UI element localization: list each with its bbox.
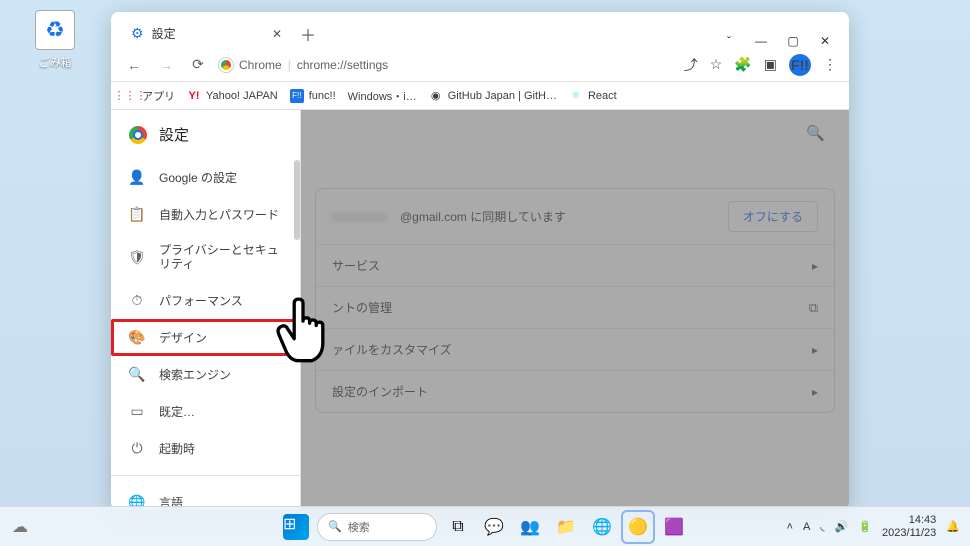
star-icon[interactable]: ☆: [710, 56, 723, 73]
tab-title: 設定: [152, 25, 176, 42]
settings-main: 🔍 xxxxxxx @gmail.com に同期しています オフにする サービス…: [301, 110, 849, 510]
extensions-icon[interactable]: 🧩: [734, 56, 751, 73]
browser-icon: ▭: [129, 403, 145, 419]
tab-strip: ⚙ 設定 ✕ ＋ ˇ ― ▢ ✕: [111, 12, 849, 48]
window-minimize-button[interactable]: ―: [751, 34, 771, 48]
search-icon: 🔍: [328, 520, 342, 533]
system-tray: ˄ A ◟ 🔊 🔋 14:43 2023/11/23 🔔: [787, 514, 960, 538]
new-tab-button[interactable]: ＋: [294, 20, 322, 48]
battery-icon[interactable]: 🔋: [858, 520, 872, 533]
sidebar-item-google[interactable]: 👤Google の設定: [111, 159, 300, 196]
window-chevron-icon[interactable]: ˇ: [719, 34, 739, 48]
explorer-icon[interactable]: 📁: [551, 512, 581, 542]
side-panel-icon[interactable]: ▣: [764, 56, 777, 73]
clipboard-icon: 📋: [129, 207, 145, 223]
sidebar-header: 設定: [111, 110, 300, 159]
nav-forward-button[interactable]: →: [155, 54, 177, 76]
clock[interactable]: 14:43 2023/11/23: [882, 514, 936, 538]
share-icon[interactable]: ⤴: [684, 55, 698, 75]
window-controls: ˇ ― ▢ ✕: [719, 26, 849, 48]
power-icon: ⏻: [129, 440, 145, 456]
nav-reload-button[interactable]: ⟳: [187, 54, 209, 76]
bookmark-func[interactable]: F!!func!!: [290, 89, 336, 103]
chat-icon[interactable]: 💬: [479, 512, 509, 542]
volume-icon[interactable]: 🔊: [835, 520, 849, 533]
notifications-icon[interactable]: 🔔: [946, 520, 960, 533]
taskbar: ☁ ⊞ 🔍 検索 ⧉ 💬 👥 📁 🌐 🟡 🟪 ˄ A ◟ 🔊 🔋 14:43 20…: [0, 506, 970, 546]
chrome-window: ⚙ 設定 ✕ ＋ ˇ ― ▢ ✕ ← → ⟳ Chrome | chrome:/…: [111, 12, 849, 510]
bookmark-github[interactable]: ◉GitHub Japan | GitH…: [429, 89, 557, 103]
palette-icon: 🎨: [129, 329, 145, 345]
start-button[interactable]: ⊞: [281, 512, 311, 542]
address-bar[interactable]: Chrome | chrome://settings: [219, 58, 674, 72]
settings-sidebar: 設定 👤Google の設定 📋自動入力とパスワード 🛡プライバシーとセキュリテ…: [111, 110, 301, 510]
chrome-taskbar-icon[interactable]: 🟡: [623, 512, 653, 542]
bookmarks-bar: ⋮⋮⋮アプリ Y!Yahoo! JAPAN F!!func!! Windows・…: [111, 82, 849, 110]
task-view-icon[interactable]: ⧉: [443, 512, 473, 542]
sidebar-scrollbar[interactable]: [294, 160, 300, 240]
sidebar-item-autofill[interactable]: 📋自動入力とパスワード: [111, 196, 300, 233]
sidebar-title: 設定: [159, 124, 189, 145]
bookmark-windows[interactable]: Windows・i…: [348, 88, 417, 104]
address-url: chrome://settings: [297, 58, 388, 72]
bookmark-apps[interactable]: ⋮⋮⋮アプリ: [123, 88, 175, 104]
weather-widget[interactable]: ☁: [12, 517, 28, 537]
search-icon: 🔍: [129, 366, 145, 382]
speedometer-icon: ⏱: [129, 292, 145, 308]
omnibar: ← → ⟳ Chrome | chrome://settings ⤴ ☆ 🧩 ▣…: [111, 48, 849, 82]
bookmark-react[interactable]: ⚛React: [569, 89, 617, 103]
clock-date: 2023/11/23: [882, 527, 936, 539]
sidebar-item-privacy[interactable]: 🛡プライバシーとセキュリティ: [111, 233, 300, 282]
dim-overlay: [301, 110, 849, 510]
sidebar-item-appearance[interactable]: 🎨デザイン: [111, 319, 300, 356]
sidebar-divider: [111, 475, 300, 476]
ime-indicator[interactable]: A: [803, 521, 810, 533]
page-content: 設定 👤Google の設定 📋自動入力とパスワード 🛡プライバシーとセキュリテ…: [111, 110, 849, 510]
taskbar-search[interactable]: 🔍 検索: [317, 513, 437, 541]
apps-grid-icon: ⋮⋮⋮: [123, 89, 137, 103]
recycle-bin[interactable]: ♻ ごみ箱: [30, 10, 80, 70]
edge-icon[interactable]: 🌐: [587, 512, 617, 542]
teams-icon[interactable]: 👥: [515, 512, 545, 542]
address-separator: |: [288, 58, 291, 72]
kebab-menu-icon[interactable]: ⋮: [823, 56, 837, 73]
func-icon: F!!: [290, 89, 304, 103]
window-close-button[interactable]: ✕: [815, 34, 835, 48]
recycle-bin-label: ごみ箱: [30, 54, 80, 70]
sidebar-item-startup[interactable]: ⏻起動時: [111, 430, 300, 467]
clock-time: 14:43: [882, 514, 936, 526]
app-icon[interactable]: 🟪: [659, 512, 689, 542]
person-icon: 👤: [129, 170, 145, 186]
nav-back-button[interactable]: ←: [123, 54, 145, 76]
recycle-bin-icon: ♻: [35, 10, 75, 50]
tab-settings[interactable]: ⚙ 設定 ✕: [119, 19, 294, 48]
taskbar-center: ⊞ 🔍 検索 ⧉ 💬 👥 📁 🌐 🟡 🟪: [281, 512, 689, 542]
gear-icon: ⚙: [131, 25, 144, 42]
tab-close-icon[interactable]: ✕: [272, 27, 282, 41]
react-icon: ⚛: [569, 89, 583, 103]
sidebar-item-default-browser[interactable]: ▭既定…: [111, 393, 300, 430]
yahoo-icon: Y!: [187, 89, 201, 103]
chrome-logo-icon: [129, 126, 147, 144]
taskbar-search-placeholder: 検索: [348, 519, 370, 535]
sidebar-item-search-engine[interactable]: 🔍検索エンジン: [111, 356, 300, 393]
github-icon: ◉: [429, 89, 443, 103]
wifi-icon[interactable]: ◟: [820, 520, 824, 533]
address-origin: Chrome: [239, 58, 282, 72]
tray-chevron-icon[interactable]: ˄: [787, 521, 793, 533]
sidebar-item-performance[interactable]: ⏱パフォーマンス: [111, 282, 300, 319]
chrome-icon: [219, 58, 233, 72]
profile-avatar[interactable]: F!!: [789, 54, 811, 76]
window-maximize-button[interactable]: ▢: [783, 34, 803, 48]
shield-icon: 🛡: [129, 249, 145, 265]
bookmark-yahoo[interactable]: Y!Yahoo! JAPAN: [187, 89, 278, 103]
